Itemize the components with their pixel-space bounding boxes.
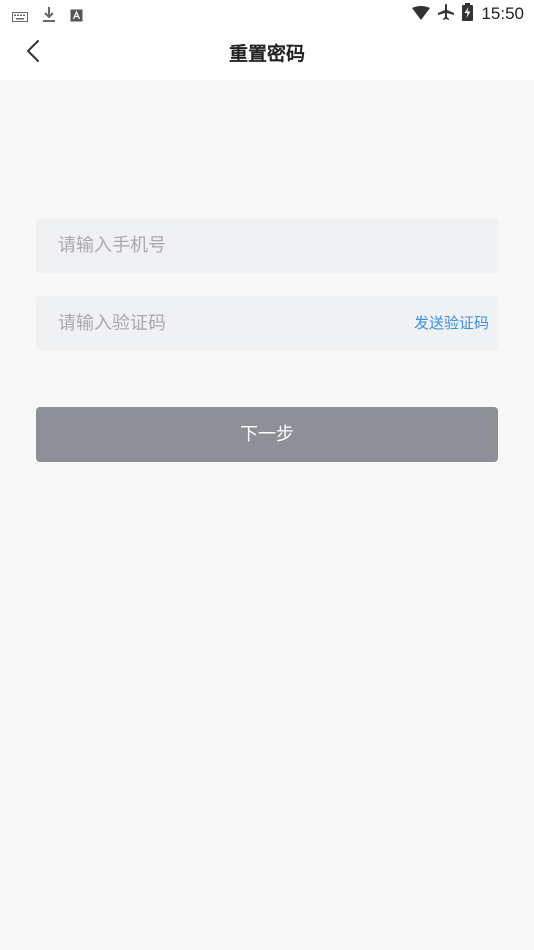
nav-bar: 重置密码 [0,28,534,80]
status-time: 15:50 [481,4,524,23]
send-code-button[interactable]: 发送验证码 [414,296,489,351]
status-bar-right: 15:50 [412,3,524,25]
download-icon [42,6,56,26]
a-icon [70,7,83,26]
phone-input[interactable] [58,218,478,273]
status-bar-left [12,6,83,26]
phone-field [36,218,498,273]
code-field: 发送验证码 [36,296,498,351]
battery-charging-icon [462,3,474,25]
verification-code-input[interactable] [58,296,388,351]
status-bar: 15:50 [0,0,534,28]
airplane-icon [438,4,455,24]
keyboard-icon [12,7,28,26]
page-title: 重置密码 [228,43,305,65]
wifi-icon [412,5,431,24]
next-step-button[interactable]: 下一步 [36,407,498,462]
